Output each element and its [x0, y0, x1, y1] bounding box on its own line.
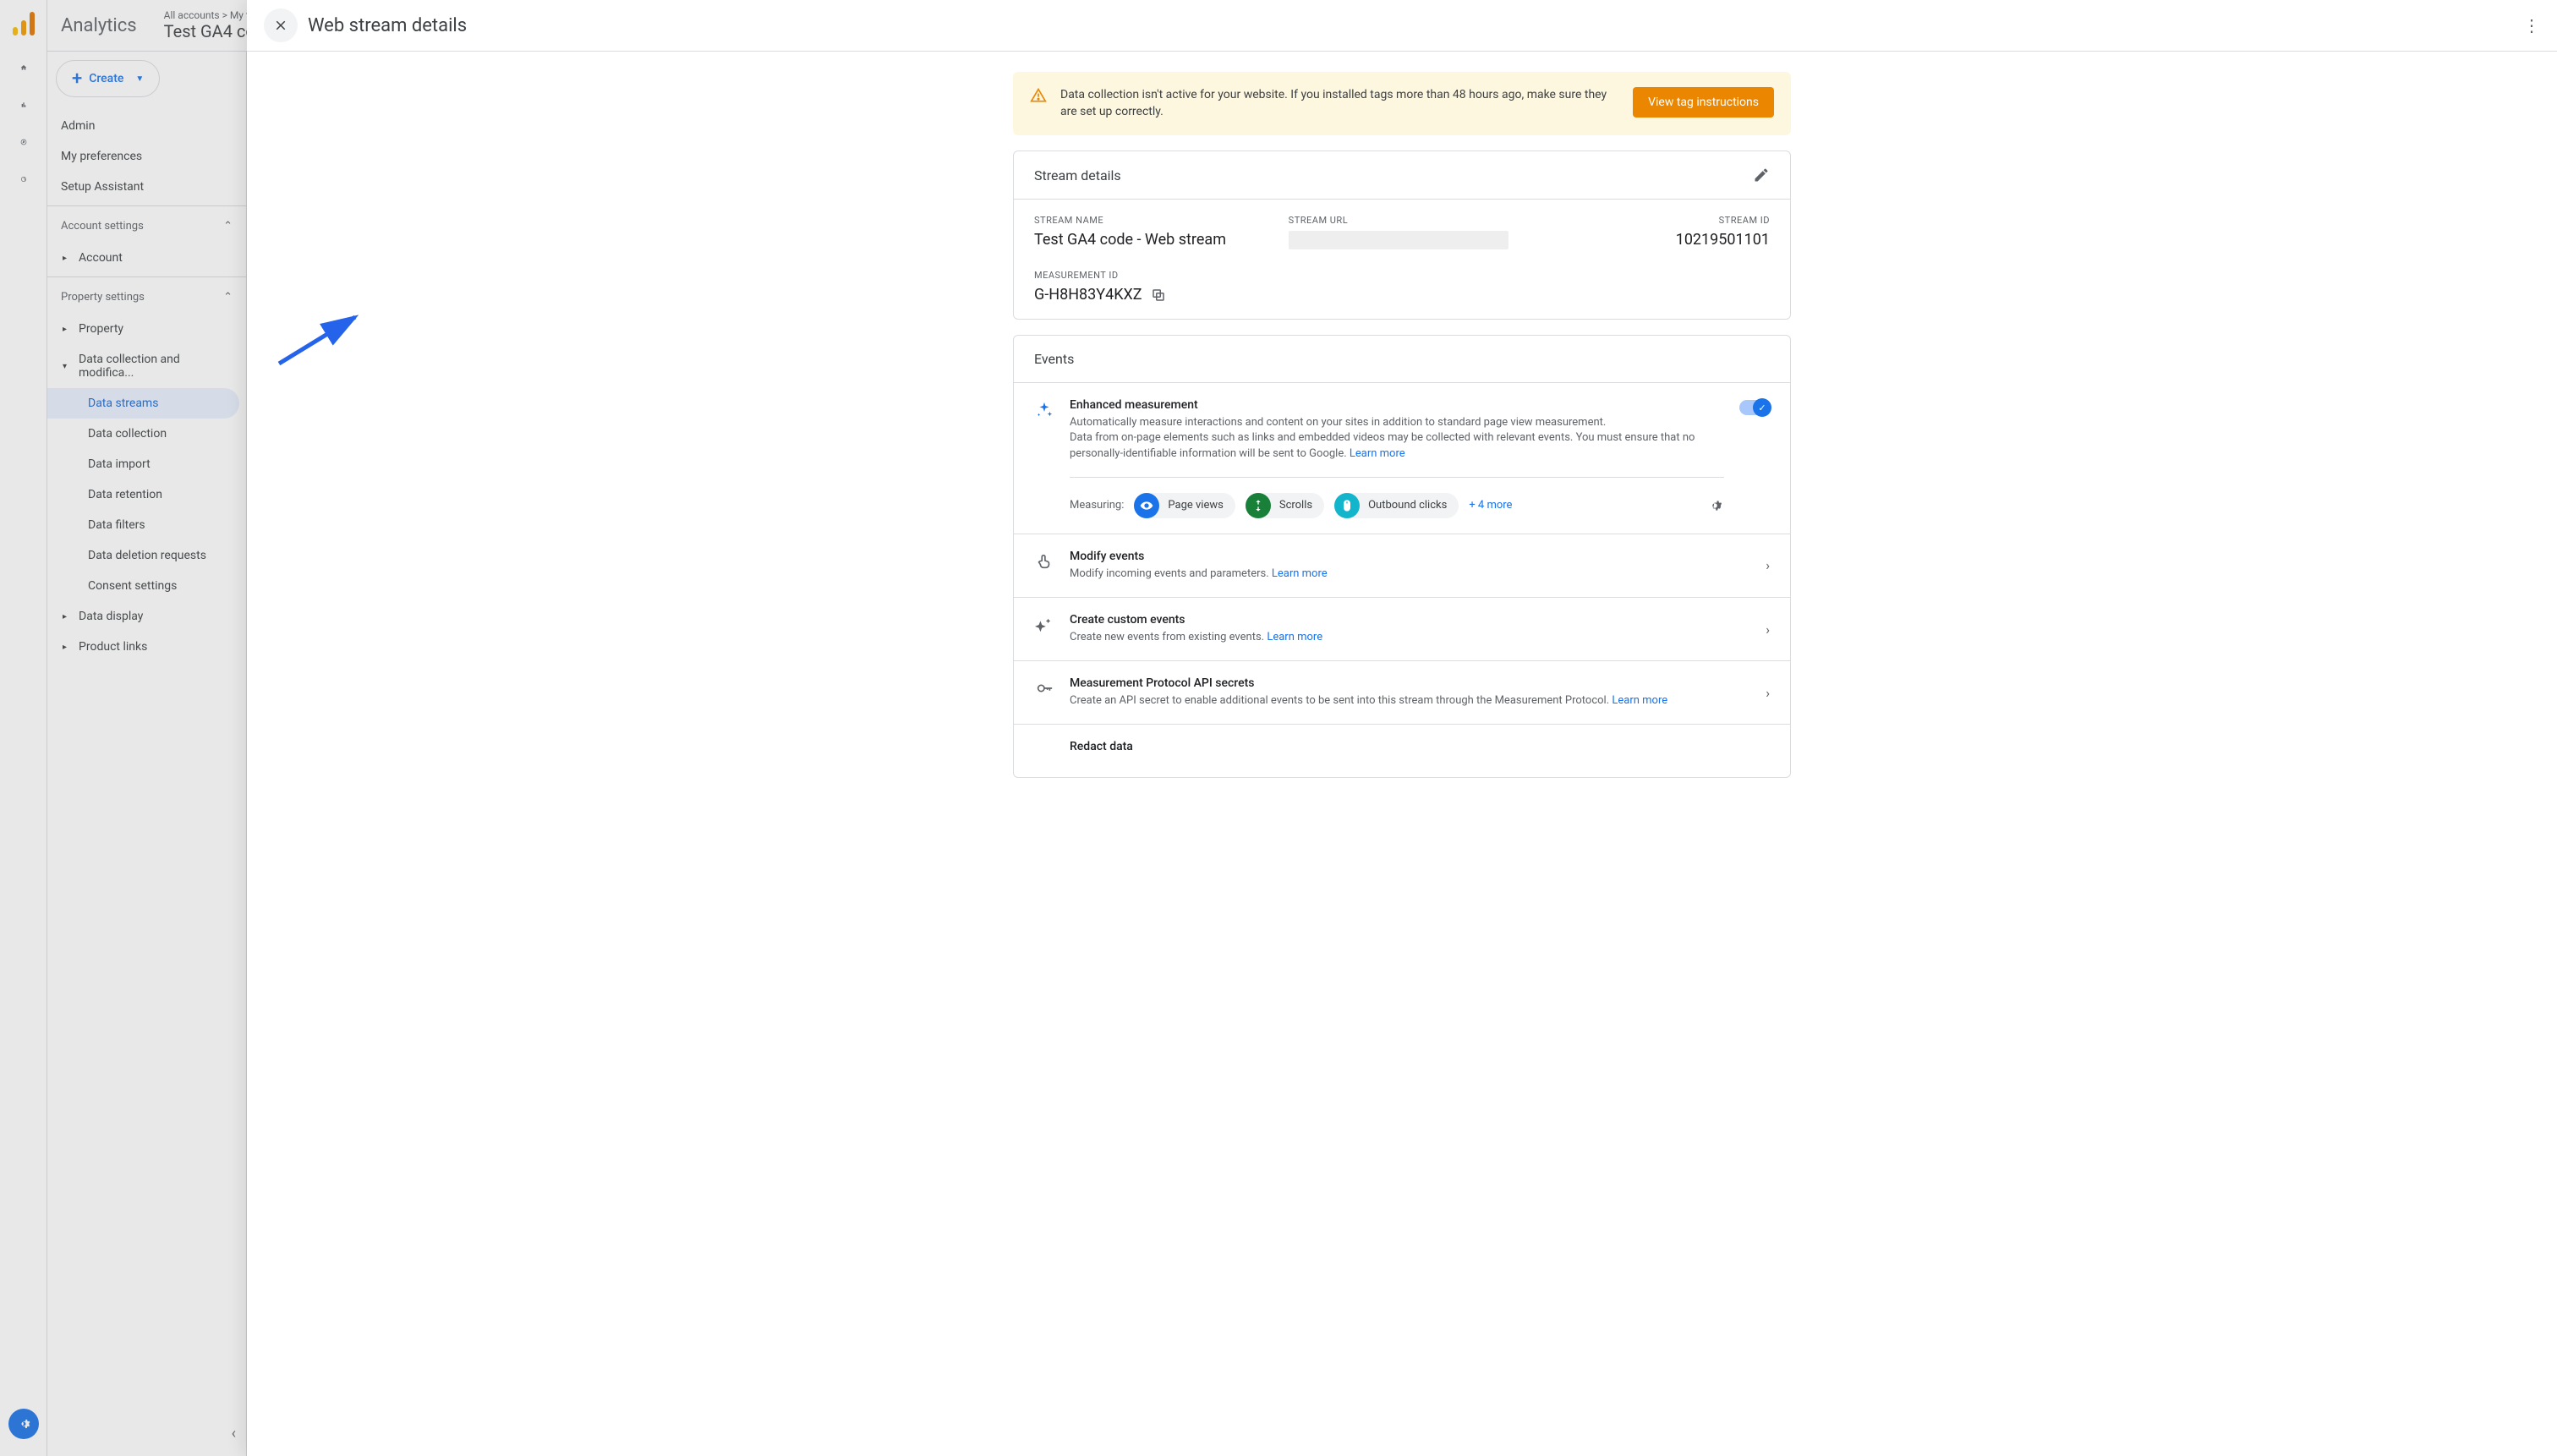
- sidebar-data-display[interactable]: Data display: [47, 601, 246, 632]
- sidebar-account-settings[interactable]: Account settings ⌃: [47, 210, 246, 243]
- stream-details-card: Stream details STREAM NAME Test GA4 code…: [1013, 151, 1791, 320]
- events-header: Events: [1034, 351, 1074, 367]
- stream-id-value: 10219501101: [1542, 231, 1770, 249]
- explore-icon[interactable]: [14, 132, 34, 152]
- key-icon: [1034, 678, 1054, 698]
- chevron-right-icon: ›: [1766, 557, 1770, 573]
- edit-button[interactable]: [1753, 167, 1770, 183]
- gear-icon: [1706, 496, 1724, 515]
- eye-icon: [1134, 493, 1159, 518]
- chip-page-views: Page views: [1134, 493, 1235, 518]
- sidebar-account[interactable]: Account: [47, 243, 246, 273]
- sidebar-property[interactable]: Property: [47, 314, 246, 344]
- sidebar-data-streams[interactable]: Data streams: [47, 388, 239, 419]
- brand-text: Analytics: [61, 15, 137, 36]
- create-custom-events-row[interactable]: Create custom events Create new events f…: [1014, 597, 1790, 660]
- pencil-icon: [1753, 167, 1770, 183]
- api-secrets-row[interactable]: Measurement Protocol API secrets Create …: [1014, 660, 1790, 724]
- web-stream-details-panel: Web stream details ⋮ Data collection isn…: [247, 0, 2557, 1456]
- warning-text: Data collection isn't active for your we…: [1060, 87, 1619, 120]
- reports-icon[interactable]: [14, 95, 34, 115]
- sparkle-alt-icon: [1034, 615, 1054, 635]
- close-icon: [273, 18, 288, 33]
- mouse-icon: [1334, 493, 1360, 518]
- enhanced-measurement-title: Enhanced measurement: [1070, 398, 1724, 412]
- breadcrumb-path: All accounts > My tes: [164, 9, 260, 21]
- chevron-right-icon: ›: [1766, 621, 1770, 638]
- view-tag-instructions-button[interactable]: View tag instructions: [1633, 87, 1774, 118]
- sidebar-data-collection[interactable]: Data collection: [47, 419, 246, 449]
- settings-fab[interactable]: [8, 1409, 39, 1439]
- plus-icon: +: [72, 68, 82, 90]
- touch-icon: [1034, 551, 1054, 572]
- sidebar-prefs[interactable]: My preferences: [47, 141, 246, 172]
- modify-events-row[interactable]: Modify events Modify incoming events and…: [1014, 534, 1790, 597]
- more-menu-button[interactable]: ⋮: [2523, 15, 2540, 36]
- sidebar-data-retention[interactable]: Data retention: [47, 479, 246, 510]
- chip-outbound: Outbound clicks: [1334, 493, 1459, 518]
- breadcrumb-current: Test GA4 co: [164, 21, 260, 41]
- chevron-up-icon: ⌃: [223, 220, 233, 233]
- chevron-right-icon: ›: [1766, 685, 1770, 701]
- panel-title: Web stream details: [308, 15, 467, 36]
- sidebar-property-settings[interactable]: Property settings ⌃: [47, 281, 246, 314]
- redact-icon: [1034, 742, 1054, 762]
- warning-icon: [1030, 87, 1047, 104]
- stream-id-label: STREAM ID: [1542, 215, 1770, 226]
- advertising-icon[interactable]: [14, 169, 34, 189]
- enhanced-measurement-toggle[interactable]: ✓: [1739, 400, 1770, 415]
- stream-name-label: STREAM NAME: [1034, 215, 1262, 226]
- create-label: Create: [89, 72, 123, 85]
- create-learn-more-link[interactable]: Learn more: [1267, 631, 1322, 643]
- enhanced-settings-button[interactable]: [1706, 496, 1724, 515]
- modify-learn-more-link[interactable]: Learn more: [1272, 567, 1328, 580]
- sparkle-icon: [1034, 400, 1054, 420]
- copy-measurement-id-button[interactable]: [1151, 287, 1166, 303]
- copy-icon: [1151, 287, 1166, 303]
- stream-details-header: Stream details: [1034, 167, 1121, 183]
- events-card: Events Enhanced measurement Automaticall…: [1013, 335, 1791, 778]
- chevron-up-icon: ⌃: [223, 291, 233, 304]
- dropdown-caret-icon: ▼: [135, 74, 144, 84]
- chip-scrolls: Scrolls: [1246, 493, 1324, 518]
- stream-url-label: STREAM URL: [1289, 215, 1516, 226]
- analytics-logo: [7, 7, 41, 41]
- redact-data-row[interactable]: Redact data: [1014, 724, 1790, 777]
- create-button[interactable]: + Create ▼: [56, 60, 160, 97]
- measuring-label: Measuring:: [1070, 499, 1124, 512]
- sidebar-admin[interactable]: Admin: [47, 111, 246, 141]
- breadcrumb[interactable]: All accounts > My tes Test GA4 co: [164, 9, 260, 41]
- sidebar-product-links[interactable]: Product links: [47, 632, 246, 662]
- enhanced-learn-more-link[interactable]: Learn more: [1350, 447, 1405, 460]
- home-icon[interactable]: [14, 57, 34, 78]
- measurement-id-value: G-H8H83Y4KXZ: [1034, 286, 1142, 304]
- more-chips-link[interactable]: + 4 more: [1469, 499, 1512, 512]
- panel-header: Web stream details ⋮: [247, 0, 2557, 52]
- collapse-sidebar-icon[interactable]: ‹: [232, 1425, 236, 1442]
- close-button[interactable]: [264, 8, 298, 42]
- sidebar-data-import[interactable]: Data import: [47, 449, 246, 479]
- api-learn-more-link[interactable]: Learn more: [1612, 694, 1667, 707]
- data-collection-warning: Data collection isn't active for your we…: [1013, 72, 1791, 135]
- nav-rail: [0, 0, 47, 1456]
- sidebar-consent[interactable]: Consent settings: [47, 571, 246, 601]
- measurement-id-label: MEASUREMENT ID: [1034, 270, 1262, 281]
- sidebar-data-collection-modification[interactable]: Data collection and modifica...: [47, 344, 246, 388]
- admin-sidebar: + Create ▼ Admin My preferences Setup As…: [47, 52, 247, 1456]
- sidebar-setup[interactable]: Setup Assistant: [47, 172, 246, 202]
- sidebar-data-filters[interactable]: Data filters: [47, 510, 246, 540]
- check-icon: ✓: [1753, 398, 1771, 417]
- stream-url-value: [1289, 231, 1508, 249]
- scroll-icon: [1246, 493, 1271, 518]
- sidebar-data-deletion[interactable]: Data deletion requests: [47, 540, 246, 571]
- stream-name-value: Test GA4 code - Web stream: [1034, 231, 1262, 249]
